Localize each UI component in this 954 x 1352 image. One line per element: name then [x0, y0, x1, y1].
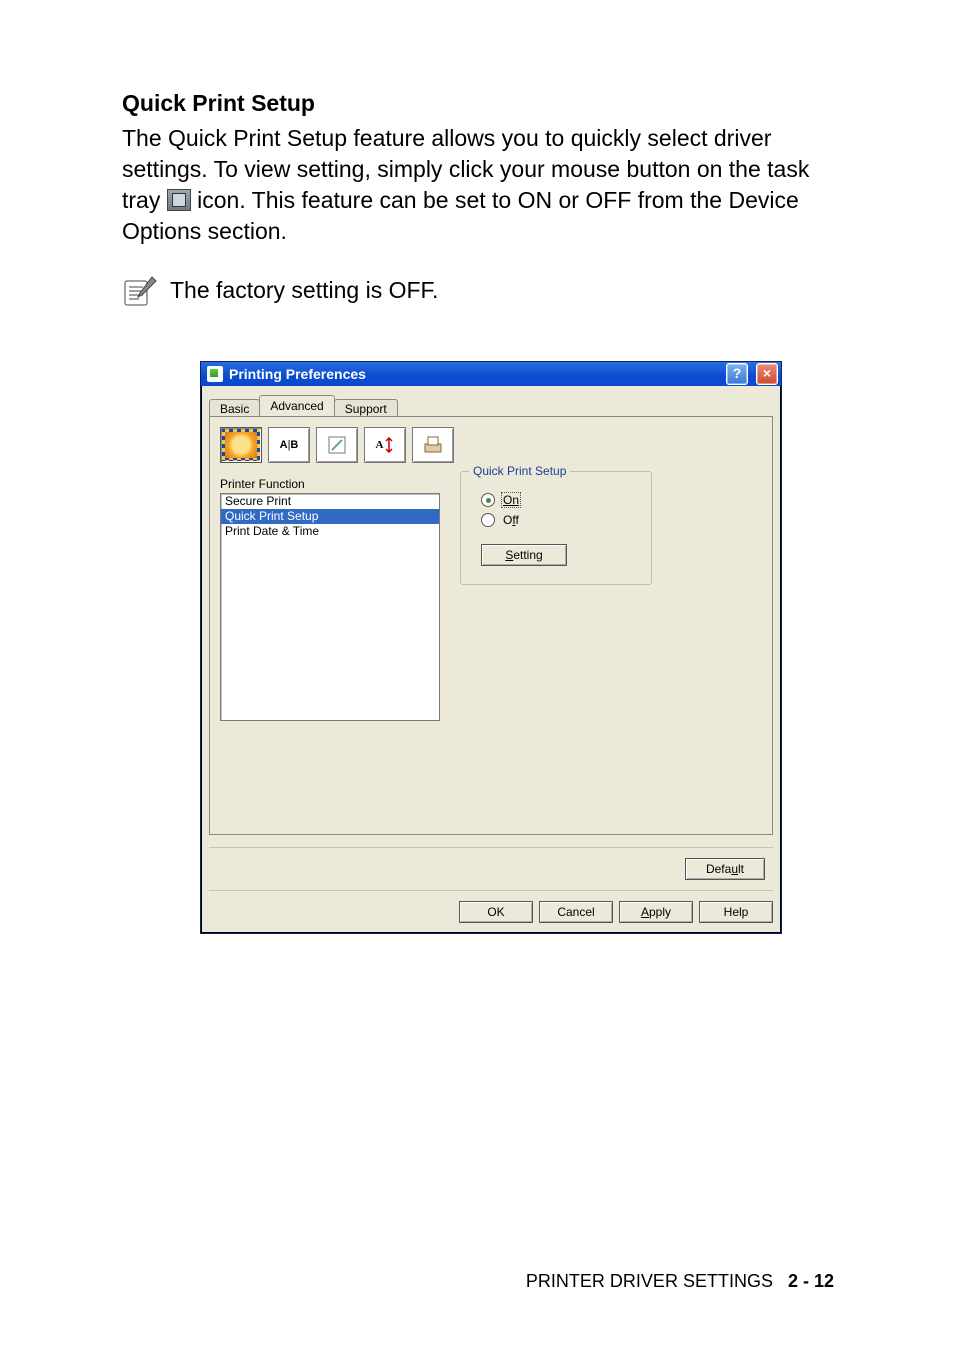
radio-on-label: On [503, 493, 519, 507]
help-button[interactable]: Help [699, 901, 773, 923]
list-item-quick-print-setup[interactable]: Quick Print Setup [221, 509, 439, 524]
note-pencil-icon [122, 275, 158, 309]
apply-button[interactable]: Apply [619, 901, 693, 923]
dialog-titlebar[interactable]: Printing Preferences ? × [201, 362, 781, 386]
dialog-title: Printing Preferences [229, 366, 366, 382]
group-title: Quick Print Setup [469, 464, 570, 478]
task-tray-icon [167, 189, 191, 211]
quick-print-setup-group: Quick Print Setup On Off Setting [460, 471, 652, 585]
printer-function-label: Printer Function [220, 477, 440, 491]
radio-off[interactable]: Off [481, 512, 631, 528]
category-icon-toolbar: A|B A [220, 427, 762, 463]
footer-section: PRINTER DRIVER SETTINGS [526, 1271, 773, 1291]
tab-strip: Basic Advanced Support [209, 392, 781, 416]
dialog-app-icon [207, 366, 223, 382]
help-titlebar-button[interactable]: ? [726, 363, 748, 385]
ok-button[interactable]: OK [459, 901, 533, 923]
printing-preferences-dialog: Printing Preferences ? × Basic Advanced … [200, 361, 782, 934]
section-heading: Quick Print Setup [122, 90, 834, 117]
section-body: The Quick Print Setup feature allows you… [122, 123, 834, 247]
note-text: The factory setting is OFF. [170, 275, 438, 304]
list-item-secure-print[interactable]: Secure Print [221, 494, 439, 509]
advanced-tab-panel: A|B A Printer Function Secure Print Quic… [209, 416, 773, 835]
category-graphics-icon[interactable] [220, 427, 262, 463]
note-block: The factory setting is OFF. [122, 275, 834, 309]
default-button[interactable]: Default [685, 858, 765, 880]
category-av-icon[interactable]: A [364, 427, 406, 463]
footer-page-number: 2 - 12 [788, 1271, 834, 1291]
category-ab-icon[interactable]: A|B [268, 427, 310, 463]
radio-on[interactable]: On [481, 492, 631, 508]
dialog-button-row: OK Cancel Apply Help [201, 891, 781, 933]
radio-off-mnemonic: f [512, 513, 515, 527]
body-part-2: icon. This feature can be set to ON or O… [122, 187, 799, 244]
category-device-icon[interactable] [412, 427, 454, 463]
cancel-button[interactable]: Cancel [539, 901, 613, 923]
printer-function-listbox[interactable]: Secure Print Quick Print Setup Print Dat… [220, 493, 440, 721]
setting-button[interactable]: Setting [481, 544, 567, 566]
radio-off-indicator [481, 513, 495, 527]
list-item-print-date-time[interactable]: Print Date & Time [221, 524, 439, 539]
tab-advanced[interactable]: Advanced [259, 395, 334, 416]
page-footer: PRINTER DRIVER SETTINGS 2 - 12 [526, 1271, 834, 1292]
radio-on-indicator [481, 493, 495, 507]
close-titlebar-button[interactable]: × [756, 363, 778, 385]
default-row: Default [209, 847, 773, 891]
category-sheet-icon[interactable] [316, 427, 358, 463]
